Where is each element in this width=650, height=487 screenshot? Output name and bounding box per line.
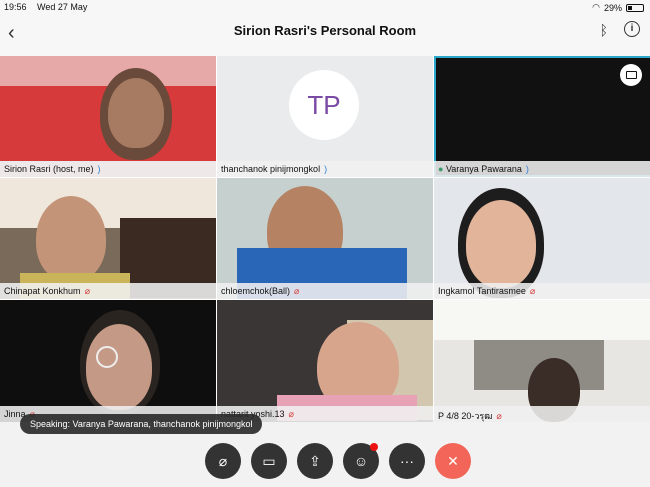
close-icon: ✕ bbox=[447, 452, 459, 469]
stop-video-button[interactable]: ▭ bbox=[251, 443, 287, 479]
audio-speaking-icon: ) bbox=[525, 164, 529, 174]
notification-badge bbox=[370, 443, 378, 451]
mic-muted-icon: ⌀ bbox=[294, 286, 300, 296]
participant-name: Chinapat Konkhum bbox=[4, 286, 81, 296]
status-time: 19:56 bbox=[4, 2, 27, 12]
participant-name: chloemchok(Ball) bbox=[221, 286, 291, 296]
layout-toggle-icon[interactable] bbox=[620, 64, 642, 86]
more-dots-icon: ··· bbox=[400, 453, 414, 469]
mic-muted-icon: ⌀ bbox=[84, 286, 90, 296]
participant-tile[interactable]: Chinapat Konkhum ⌀ bbox=[0, 178, 216, 299]
participants-button[interactable]: ☺ bbox=[343, 443, 379, 479]
video-off-icon: ▭ bbox=[262, 452, 276, 469]
avatar: TP bbox=[289, 70, 359, 140]
share-icon: ⇪ bbox=[309, 452, 321, 469]
mic-muted-icon: ⌀ bbox=[529, 286, 536, 296]
participant-tile[interactable]: P 4/8 20-วรุฒ ⌀ bbox=[434, 300, 650, 422]
call-controls: ⌀ ▭ ⇪ ☺ ··· ✕ bbox=[205, 443, 471, 479]
audio-speaking-icon: ) bbox=[97, 164, 101, 174]
status-bar: 19:56 Wed 27 May ◠ 29% bbox=[0, 0, 650, 14]
participant-tile[interactable]: Sirion Rasri (host, me)) bbox=[0, 56, 216, 177]
bluetooth-icon[interactable]: ᛒ bbox=[600, 22, 608, 38]
video-grid: Sirion Rasri (host, me)) TP thanchanok p… bbox=[0, 56, 650, 422]
wifi-icon: ◠ bbox=[592, 2, 600, 12]
participant-name: Ingkamol Tantirasmee bbox=[438, 286, 526, 296]
participant-tile[interactable]: Ingkamol Tantirasmee ⌀ bbox=[434, 178, 650, 299]
participant-name: P 4/8 20-วรุฒ bbox=[438, 411, 493, 421]
globe-icon: ● bbox=[438, 164, 444, 174]
participant-tile[interactable]: chloemchok(Ball) ⌀ bbox=[217, 178, 433, 299]
participant-tile[interactable]: nattarit yoshi.13⌀ bbox=[217, 300, 433, 422]
page-title: Sirion Rasri's Personal Room bbox=[233, 23, 417, 38]
mic-muted-icon: ⌀ bbox=[496, 411, 502, 421]
participant-name: Varanya Pawarana bbox=[445, 164, 522, 174]
participant-name: Sirion Rasri (host, me) bbox=[4, 164, 94, 174]
battery-percent: 29% bbox=[603, 2, 622, 13]
participants-icon: ☺ bbox=[353, 453, 369, 469]
mute-microphone-button[interactable]: ⌀ bbox=[205, 443, 241, 479]
participant-tile[interactable]: Jinna⌀ bbox=[0, 300, 216, 422]
end-call-button[interactable]: ✕ bbox=[435, 443, 471, 479]
mic-muted-icon: ⌀ bbox=[218, 452, 228, 469]
audio-speaking-icon: ) bbox=[324, 164, 328, 174]
top-bar: ‹ Sirion Rasri's Personal Room ᛒ i bbox=[0, 14, 650, 56]
mic-muted-icon: ⌀ bbox=[288, 409, 294, 419]
info-icon[interactable]: i bbox=[624, 21, 640, 37]
participant-tile-active[interactable]: ● Varanya Pawarana) bbox=[434, 56, 650, 177]
share-button[interactable]: ⇪ bbox=[297, 443, 333, 479]
status-date: Wed 27 May bbox=[37, 2, 88, 12]
more-options-button[interactable]: ··· bbox=[389, 443, 425, 479]
battery-icon bbox=[626, 3, 644, 12]
participant-tile[interactable]: TP thanchanok pinijmongkol) bbox=[217, 56, 433, 177]
speaking-banner: Speaking: Varanya Pawarana, thanchanok p… bbox=[20, 414, 263, 434]
participant-name: thanchanok pinijmongkol bbox=[221, 164, 321, 174]
